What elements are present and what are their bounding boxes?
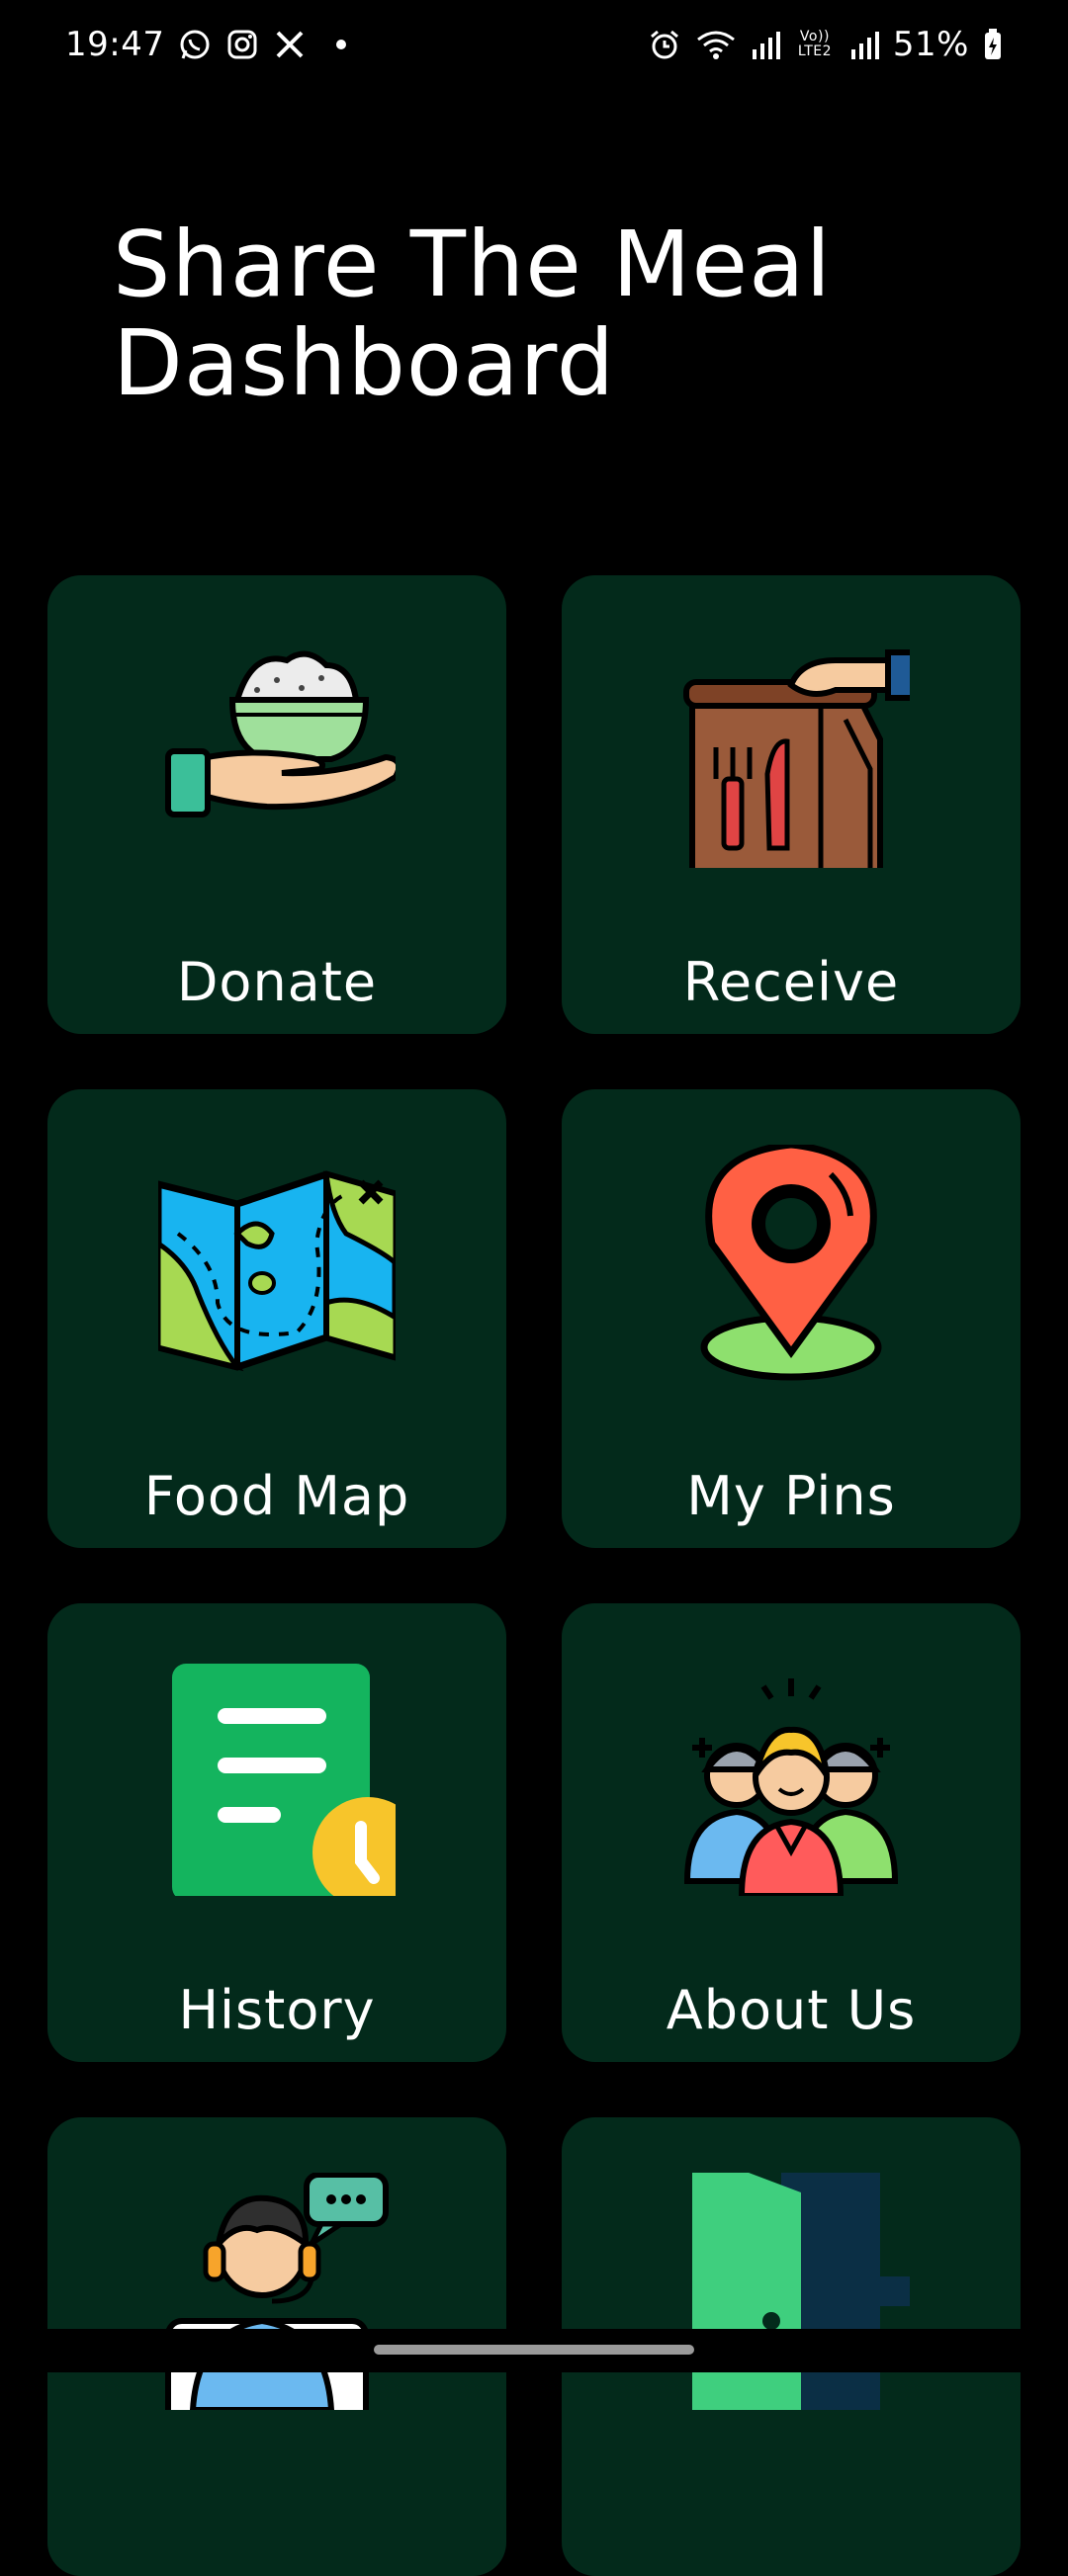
status-bar: 19:47 Vo)) LTE2 51% (0, 0, 1068, 89)
page-title: Share The Meal Dashboard (113, 215, 983, 413)
status-right: Vo)) LTE2 51% (648, 25, 1003, 64)
food-bag-icon (683, 649, 910, 868)
team-icon (683, 1678, 899, 1896)
dashboard-grid: Donate Receive Food Map My Pins History … (47, 575, 1021, 2576)
alarm-icon (648, 28, 681, 61)
page-title-line1: Share The Meal (113, 212, 832, 317)
history-document-icon (172, 1664, 396, 1896)
battery-percent: 51% (892, 25, 969, 64)
signal-icon-2 (849, 28, 879, 61)
whatsapp-icon (178, 28, 212, 61)
history-card[interactable]: History (47, 1603, 506, 2062)
receive-label: Receive (682, 951, 900, 1013)
receive-card[interactable]: Receive (562, 575, 1021, 1034)
location-pin-icon (700, 1145, 882, 1381)
food-map-card[interactable]: Food Map (47, 1089, 506, 1548)
donate-food-icon (165, 650, 396, 817)
logout-door-icon (692, 2173, 910, 2410)
map-icon (158, 1170, 396, 1372)
donate-label: Donate (176, 951, 378, 1013)
signal-icon (751, 28, 780, 61)
about-us-label: About Us (666, 1979, 917, 2041)
support-agent-icon (165, 2173, 389, 2410)
wifi-icon (695, 28, 737, 61)
home-gesture-bar[interactable] (374, 2345, 694, 2355)
my-pins-card[interactable]: My Pins (562, 1089, 1021, 1548)
food-map-label: Food Map (143, 1465, 410, 1527)
donate-card[interactable]: Donate (47, 575, 506, 1034)
instagram-icon (225, 28, 259, 61)
history-label: History (178, 1979, 376, 2041)
status-time: 19:47 (65, 25, 165, 64)
dot-icon (336, 40, 347, 49)
x-icon (273, 28, 307, 61)
my-pins-label: My Pins (686, 1465, 896, 1527)
battery-icon (983, 28, 1003, 61)
page-title-line2: Dashboard (113, 310, 616, 416)
about-us-card[interactable]: About Us (562, 1603, 1021, 2062)
volte-icon: Vo)) LTE2 (797, 29, 833, 59)
status-left: 19:47 (65, 25, 347, 64)
